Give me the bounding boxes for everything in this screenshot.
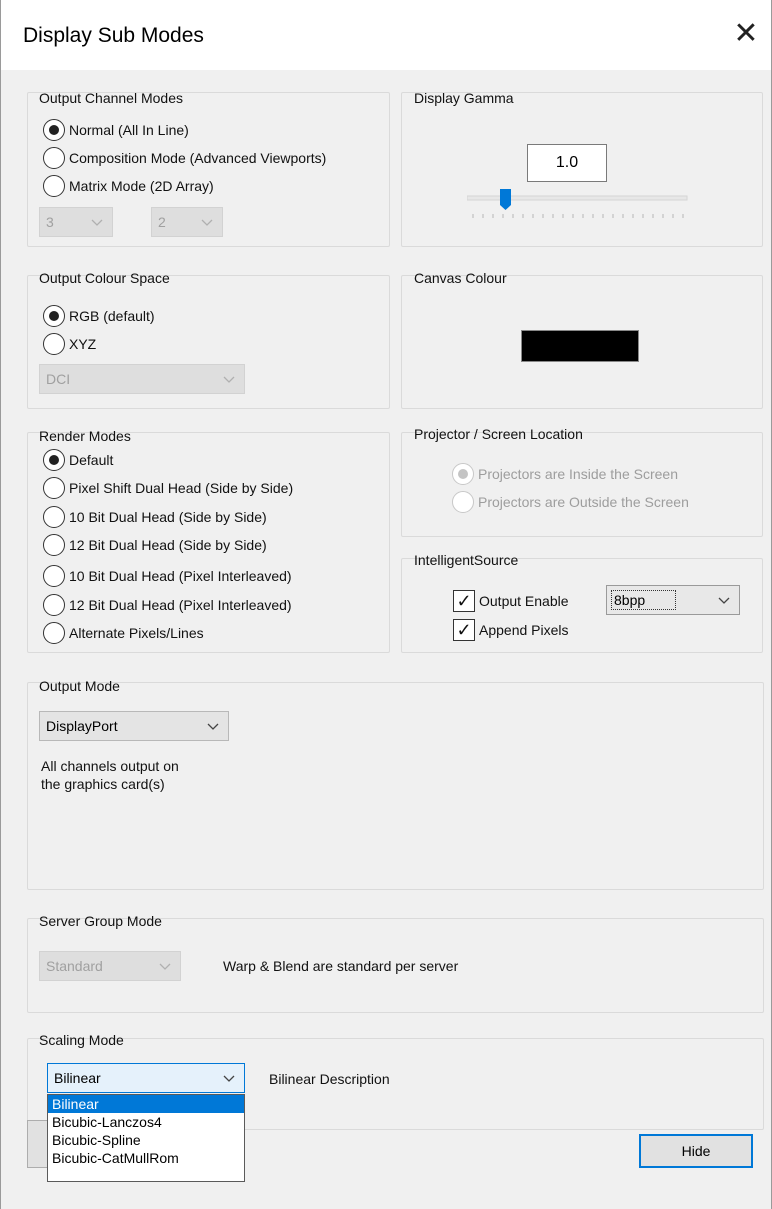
scaling-option-bilinear[interactable]: Bilinear bbox=[48, 1095, 244, 1113]
radio-xyz-indicator[interactable] bbox=[43, 333, 65, 355]
radio-alternate-pixels[interactable]: Alternate Pixels/Lines bbox=[43, 620, 204, 646]
canvas-colour-label: Canvas Colour bbox=[414, 270, 507, 286]
radio-composition-label: Composition Mode (Advanced Viewports) bbox=[69, 150, 327, 166]
radio-12bit-interleaved-label: 12 Bit Dual Head (Pixel Interleaved) bbox=[69, 597, 292, 613]
radio-projectors-outside-label: Projectors are Outside the Screen bbox=[478, 494, 689, 510]
radio-projectors-outside: Projectors are Outside the Screen bbox=[452, 489, 689, 515]
radio-normal-indicator[interactable] bbox=[43, 119, 65, 141]
output-enable-check[interactable]: ✓ bbox=[453, 590, 475, 612]
radio-composition-mode[interactable]: Composition Mode (Advanced Viewports) bbox=[43, 145, 326, 171]
scaling-option-spline[interactable]: Bicubic-Spline bbox=[48, 1131, 244, 1149]
radio-normal-label: Normal (All In Line) bbox=[69, 122, 189, 138]
title-bar: Display Sub Modes ✕ bbox=[1, 0, 771, 70]
window-title: Display Sub Modes bbox=[23, 24, 204, 47]
radio-12bit-sbs[interactable]: 12 Bit Dual Head (Side by Side) bbox=[43, 532, 267, 558]
append-pixels-checkbox[interactable]: ✓ Append Pixels bbox=[453, 617, 569, 643]
chevron-down-icon bbox=[198, 213, 216, 231]
output-channel-modes-label: Output Channel Modes bbox=[39, 90, 183, 106]
output-enable-checkbox[interactable]: ✓ Output Enable bbox=[453, 588, 569, 614]
close-icon[interactable]: ✕ bbox=[729, 18, 763, 52]
radio-matrix-label: Matrix Mode (2D Array) bbox=[69, 178, 214, 194]
chevron-down-icon bbox=[204, 717, 222, 735]
radio-12bit-interleaved-indicator[interactable] bbox=[43, 594, 65, 616]
radio-12bit-interleaved[interactable]: 12 Bit Dual Head (Pixel Interleaved) bbox=[43, 592, 292, 618]
scaling-mode-value: Bilinear bbox=[54, 1070, 101, 1086]
bpp-value: 8bpp bbox=[611, 590, 677, 610]
chevron-down-icon bbox=[220, 370, 238, 388]
server-group-mode-description: Warp & Blend are standard per server bbox=[223, 958, 459, 974]
server-group-mode-label: Server Group Mode bbox=[39, 913, 162, 929]
radio-alternate-pixels-label: Alternate Pixels/Lines bbox=[69, 625, 204, 641]
radio-10bit-sbs-label: 10 Bit Dual Head (Side by Side) bbox=[69, 509, 267, 525]
radio-projectors-inside-label: Projectors are Inside the Screen bbox=[478, 466, 678, 482]
output-colour-space-label: Output Colour Space bbox=[39, 270, 170, 286]
radio-pixel-shift-indicator[interactable] bbox=[43, 477, 65, 499]
append-pixels-check[interactable]: ✓ bbox=[453, 619, 475, 641]
scaling-mode-listbox[interactable]: Bilinear Bicubic-Lanczos4 Bicubic-Spline… bbox=[47, 1094, 245, 1182]
radio-matrix-mode[interactable]: Matrix Mode (2D Array) bbox=[43, 173, 214, 199]
radio-10bit-interleaved-label: 10 Bit Dual Head (Pixel Interleaved) bbox=[69, 568, 292, 584]
radio-render-default[interactable]: Default bbox=[43, 447, 113, 473]
scaling-mode-description: Bilinear Description bbox=[269, 1071, 390, 1087]
output-enable-label: Output Enable bbox=[479, 593, 569, 609]
chevron-down-icon bbox=[715, 591, 733, 609]
server-group-mode-value: Standard bbox=[46, 958, 103, 974]
render-modes-label: Render Modes bbox=[39, 428, 131, 444]
radio-10bit-sbs[interactable]: 10 Bit Dual Head (Side by Side) bbox=[43, 504, 267, 530]
radio-normal[interactable]: Normal (All In Line) bbox=[43, 117, 189, 143]
scaling-mode-label: Scaling Mode bbox=[39, 1032, 124, 1048]
radio-xyz[interactable]: XYZ bbox=[43, 331, 96, 357]
radio-rgb-indicator[interactable] bbox=[43, 305, 65, 327]
bpp-dropdown[interactable]: 8bpp bbox=[606, 585, 740, 615]
output-mode-value: DisplayPort bbox=[46, 718, 118, 734]
display-gamma-label: Display Gamma bbox=[414, 90, 514, 106]
radio-10bit-interleaved[interactable]: 10 Bit Dual Head (Pixel Interleaved) bbox=[43, 563, 292, 589]
radio-pixel-shift[interactable]: Pixel Shift Dual Head (Side by Side) bbox=[43, 475, 293, 501]
radio-projectors-inside: Projectors are Inside the Screen bbox=[452, 461, 678, 487]
output-mode-label: Output Mode bbox=[39, 678, 120, 694]
radio-render-default-label: Default bbox=[69, 452, 114, 468]
canvas-colour-swatch[interactable] bbox=[521, 330, 639, 362]
colour-profile-value: DCI bbox=[46, 371, 71, 387]
scaling-option-lanczos4[interactable]: Bicubic-Lanczos4 bbox=[48, 1113, 244, 1131]
matrix-cols-value: 3 bbox=[46, 214, 54, 230]
matrix-rows-dropdown: 2 bbox=[151, 207, 223, 237]
radio-alternate-pixels-indicator[interactable] bbox=[43, 622, 65, 644]
scaling-option-catmullrom[interactable]: Bicubic-CatMullRom bbox=[48, 1149, 244, 1167]
radio-projectors-inside-indicator bbox=[452, 463, 474, 485]
output-mode-description-2: the graphics card(s) bbox=[41, 776, 165, 792]
radio-composition-indicator[interactable] bbox=[43, 147, 65, 169]
append-pixels-label: Append Pixels bbox=[479, 622, 569, 638]
radio-10bit-interleaved-indicator[interactable] bbox=[43, 565, 65, 587]
radio-render-default-indicator[interactable] bbox=[43, 449, 65, 471]
projector-location-label: Projector / Screen Location bbox=[414, 426, 583, 442]
output-mode-description-1: All channels output on bbox=[41, 758, 179, 774]
matrix-cols-dropdown: 3 bbox=[39, 207, 113, 237]
radio-xyz-label: XYZ bbox=[69, 336, 97, 352]
radio-12bit-sbs-indicator[interactable] bbox=[43, 534, 65, 556]
radio-10bit-sbs-indicator[interactable] bbox=[43, 506, 65, 528]
output-mode-dropdown[interactable]: DisplayPort bbox=[39, 711, 229, 741]
chevron-down-icon bbox=[156, 957, 174, 975]
intelligent-source-label: IntelligentSource bbox=[414, 552, 519, 568]
radio-matrix-indicator[interactable] bbox=[43, 175, 65, 197]
radio-pixel-shift-label: Pixel Shift Dual Head (Side by Side) bbox=[69, 480, 294, 496]
server-group-mode-dropdown: Standard bbox=[39, 951, 181, 981]
display-sub-modes-dialog: Display Sub Modes ✕ Output Channel Modes… bbox=[0, 0, 772, 1209]
chevron-down-icon bbox=[88, 213, 106, 231]
hide-button[interactable]: Hide bbox=[639, 1134, 753, 1168]
radio-rgb-label: RGB (default) bbox=[69, 308, 155, 324]
matrix-rows-value: 2 bbox=[158, 214, 166, 230]
radio-rgb[interactable]: RGB (default) bbox=[43, 303, 155, 329]
chevron-down-icon bbox=[220, 1069, 238, 1087]
scaling-mode-dropdown[interactable]: Bilinear bbox=[47, 1063, 245, 1093]
gamma-slider[interactable] bbox=[466, 186, 689, 222]
radio-projectors-outside-indicator bbox=[452, 491, 474, 513]
colour-profile-dropdown: DCI bbox=[39, 364, 245, 394]
gamma-value-input[interactable]: 1.0 bbox=[527, 144, 607, 182]
radio-12bit-sbs-label: 12 Bit Dual Head (Side by Side) bbox=[69, 537, 267, 553]
